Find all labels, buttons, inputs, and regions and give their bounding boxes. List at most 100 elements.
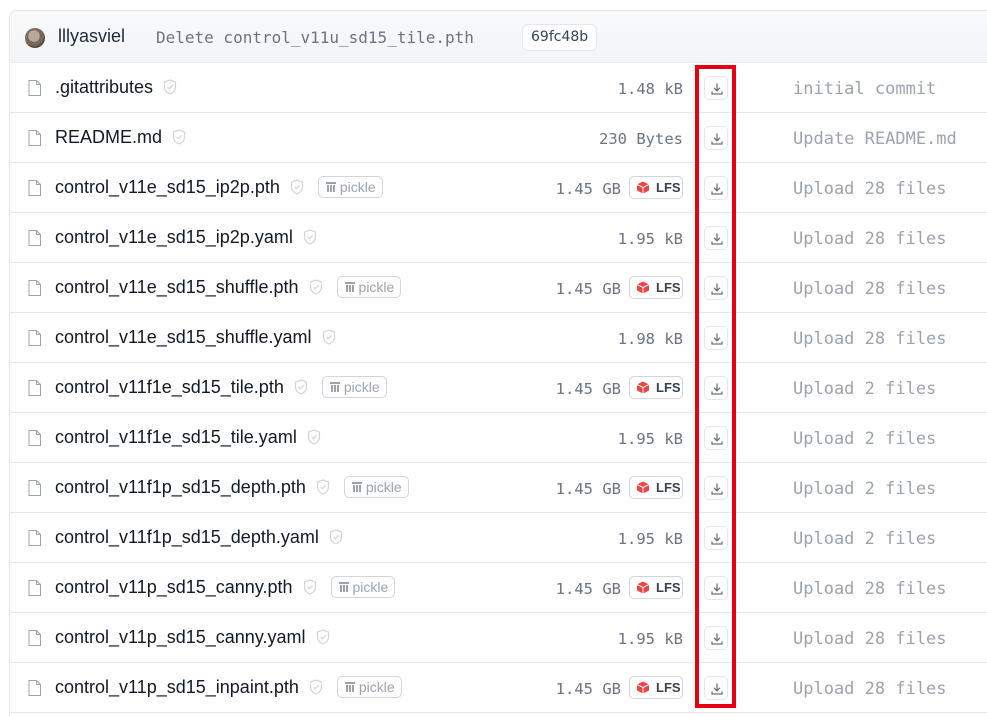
download-button[interactable] bbox=[704, 176, 728, 200]
file-name-link[interactable]: README.md bbox=[55, 127, 186, 148]
file-name-link[interactable]: control_v11f1p_sd15_depth.yaml bbox=[55, 527, 343, 548]
last-commit-message-link[interactable]: Upload 2 files bbox=[793, 479, 936, 499]
last-commit-message-link[interactable]: Update README.md bbox=[793, 129, 957, 149]
pickle-badge[interactable]: pickle bbox=[343, 475, 409, 498]
lfs-badge[interactable]: LFS bbox=[629, 176, 683, 199]
file-name-link[interactable]: control_v11f1e_sd15_tile.yaml bbox=[55, 427, 321, 448]
file-row[interactable]: control_v11p_sd15_canny.yaml 1.95 kB Uploa… bbox=[10, 613, 987, 663]
lfs-badge[interactable]: LFS bbox=[629, 676, 683, 699]
file-name[interactable]: control_v11e_sd15_shuffle.pth bbox=[55, 277, 299, 297]
file-name[interactable]: control_v11f1p_sd15_depth.pth bbox=[55, 477, 306, 497]
file-name-link[interactable]: control_v11p_sd15_inpaint.pth pickle bbox=[55, 675, 402, 698]
download-button[interactable] bbox=[704, 126, 728, 150]
last-commit-message-link[interactable]: Upload 28 files bbox=[793, 329, 947, 349]
file-name[interactable]: control_v11f1e_sd15_tile.pth bbox=[55, 377, 284, 397]
last-commit-message-link[interactable]: Upload 28 files bbox=[793, 179, 947, 199]
file-icon bbox=[28, 130, 41, 146]
file-row[interactable]: control_v11e_sd15_ip2p.yaml 1.95 kB Upload… bbox=[10, 213, 987, 263]
pickle-badge[interactable]: pickle bbox=[321, 375, 387, 398]
file-size: 1.45 GB bbox=[555, 380, 621, 398]
safe-shield-icon bbox=[309, 279, 323, 295]
download-button[interactable] bbox=[704, 576, 728, 600]
lfs-badge[interactable]: LFS bbox=[629, 576, 683, 599]
file-size: 1.95 kB bbox=[617, 630, 683, 648]
file-name[interactable]: control_v11p_sd15_canny.pth bbox=[55, 577, 293, 597]
pickle-icon bbox=[351, 477, 366, 497]
last-commit-message-link[interactable]: Upload 28 files bbox=[793, 579, 947, 599]
file-size: 1.95 kB bbox=[617, 530, 683, 548]
file-row[interactable]: README.md 230 Bytes Update README.md bbox=[10, 113, 987, 163]
last-commit-message-link[interactable]: Upload 28 files bbox=[793, 679, 947, 699]
file-row[interactable]: control_v11f1e_sd15_tile.yaml 1.95 kB Uplo… bbox=[10, 413, 987, 463]
file-name[interactable]: control_v11f1p_sd15_depth.yaml bbox=[55, 527, 319, 547]
file-size: 1.45 GB bbox=[555, 480, 621, 498]
file-name-link[interactable]: control_v11e_sd15_ip2p.yaml bbox=[55, 227, 317, 248]
file-name-link[interactable]: control_v11e_sd15_ip2p.pth pickle bbox=[55, 175, 383, 198]
file-name[interactable]: control_v11e_sd15_ip2p.pth bbox=[55, 177, 280, 197]
file-row[interactable]: .gitattributes 1.48 kB initial commit bbox=[10, 63, 987, 113]
last-commit-message-link[interactable]: Upload 28 files bbox=[793, 279, 947, 299]
pickle-label: pickle bbox=[339, 178, 376, 195]
file-name[interactable]: control_v11f1e_sd15_tile.yaml bbox=[55, 427, 297, 447]
lfs-badge[interactable]: LFS bbox=[629, 376, 683, 399]
file-name-link[interactable]: control_v11e_sd15_shuffle.yaml bbox=[55, 327, 336, 348]
last-commit-message-link[interactable]: initial commit bbox=[793, 79, 936, 99]
download-button[interactable] bbox=[704, 626, 728, 650]
commit-message[interactable]: Delete control_v11u_sd15_tile.pth bbox=[156, 28, 474, 47]
file-name[interactable]: .gitattributes bbox=[55, 77, 153, 97]
download-button[interactable] bbox=[704, 526, 728, 550]
file-row[interactable]: control_v11f1p_sd15_depth.yaml 1.95 kB Upl… bbox=[10, 513, 987, 563]
file-row[interactable]: control_v11p_sd15_canny.pth pickle 1.45 GB… bbox=[10, 563, 987, 613]
download-button[interactable] bbox=[704, 276, 728, 300]
file-name[interactable]: control_v11e_sd15_shuffle.yaml bbox=[55, 327, 312, 347]
last-commit-message-link[interactable]: Upload 28 files bbox=[793, 229, 947, 249]
file-name[interactable]: control_v11e_sd15_ip2p.yaml bbox=[55, 227, 293, 247]
file-row[interactable]: control_v11e_sd15_shuffle.pth pickle 1.45 … bbox=[10, 263, 987, 313]
file-table: .gitattributes 1.48 kB initial commit READM… bbox=[10, 63, 987, 713]
lfs-badge[interactable]: LFS bbox=[629, 476, 683, 499]
lfs-label: LFS bbox=[656, 180, 681, 195]
download-button[interactable] bbox=[704, 76, 728, 100]
file-name-link[interactable]: control_v11e_sd15_shuffle.pth pickle bbox=[55, 275, 402, 298]
file-icon bbox=[28, 180, 41, 196]
pickle-badge[interactable]: pickle bbox=[336, 675, 402, 698]
file-row[interactable]: control_v11e_sd15_ip2p.pth pickle 1.45 GB L… bbox=[10, 163, 987, 213]
file-name-link[interactable]: control_v11f1p_sd15_depth.pth pickle bbox=[55, 475, 409, 498]
commit-author[interactable]: lllyasviel bbox=[58, 26, 125, 47]
safe-shield-icon bbox=[303, 229, 317, 245]
file-name[interactable]: README.md bbox=[55, 127, 162, 147]
file-name-link[interactable]: control_v11p_sd15_canny.pth pickle bbox=[55, 575, 396, 598]
last-commit-message-link[interactable]: Upload 2 files bbox=[793, 529, 936, 549]
last-commit-message-link[interactable]: Upload 28 files bbox=[793, 629, 947, 649]
safe-shield-icon bbox=[290, 179, 304, 195]
file-row[interactable]: control_v11f1e_sd15_tile.pth pickle 1.45 G… bbox=[10, 363, 987, 413]
last-commit-header: lllyasviel Delete control_v11u_sd15_tile… bbox=[10, 11, 987, 63]
file-size: 1.45 GB bbox=[555, 580, 621, 598]
download-button[interactable] bbox=[704, 226, 728, 250]
file-name[interactable]: control_v11p_sd15_canny.yaml bbox=[55, 627, 306, 647]
lfs-label: LFS bbox=[656, 280, 681, 295]
file-name-link[interactable]: control_v11f1e_sd15_tile.pth pickle bbox=[55, 375, 387, 398]
safe-shield-icon bbox=[307, 429, 321, 445]
lfs-label: LFS bbox=[656, 580, 681, 595]
author-avatar[interactable] bbox=[25, 28, 45, 48]
file-row[interactable]: control_v11f1p_sd15_depth.pth pickle 1.45 … bbox=[10, 463, 987, 513]
pickle-badge[interactable]: pickle bbox=[330, 575, 396, 598]
download-button[interactable] bbox=[704, 426, 728, 450]
pickle-badge[interactable]: pickle bbox=[317, 175, 383, 198]
file-name-link[interactable]: .gitattributes bbox=[55, 77, 177, 98]
last-commit-message-link[interactable]: Upload 2 files bbox=[793, 379, 936, 399]
last-commit-message-link[interactable]: Upload 2 files bbox=[793, 429, 936, 449]
download-button[interactable] bbox=[704, 376, 728, 400]
pickle-badge[interactable]: pickle bbox=[336, 275, 402, 298]
file-row[interactable]: control_v11e_sd15_shuffle.yaml 1.98 kB Upl… bbox=[10, 313, 987, 363]
lfs-label: LFS bbox=[656, 480, 681, 495]
download-button[interactable] bbox=[704, 476, 728, 500]
commit-hash-badge[interactable]: 69fc48b bbox=[522, 24, 598, 51]
file-name-link[interactable]: control_v11p_sd15_canny.yaml bbox=[55, 627, 330, 648]
download-button[interactable] bbox=[704, 326, 728, 350]
file-row[interactable]: control_v11p_sd15_inpaint.pth pickle 1.45 … bbox=[10, 663, 987, 713]
lfs-badge[interactable]: LFS bbox=[629, 276, 683, 299]
file-name[interactable]: control_v11p_sd15_inpaint.pth bbox=[55, 677, 299, 697]
download-button[interactable] bbox=[704, 676, 728, 700]
